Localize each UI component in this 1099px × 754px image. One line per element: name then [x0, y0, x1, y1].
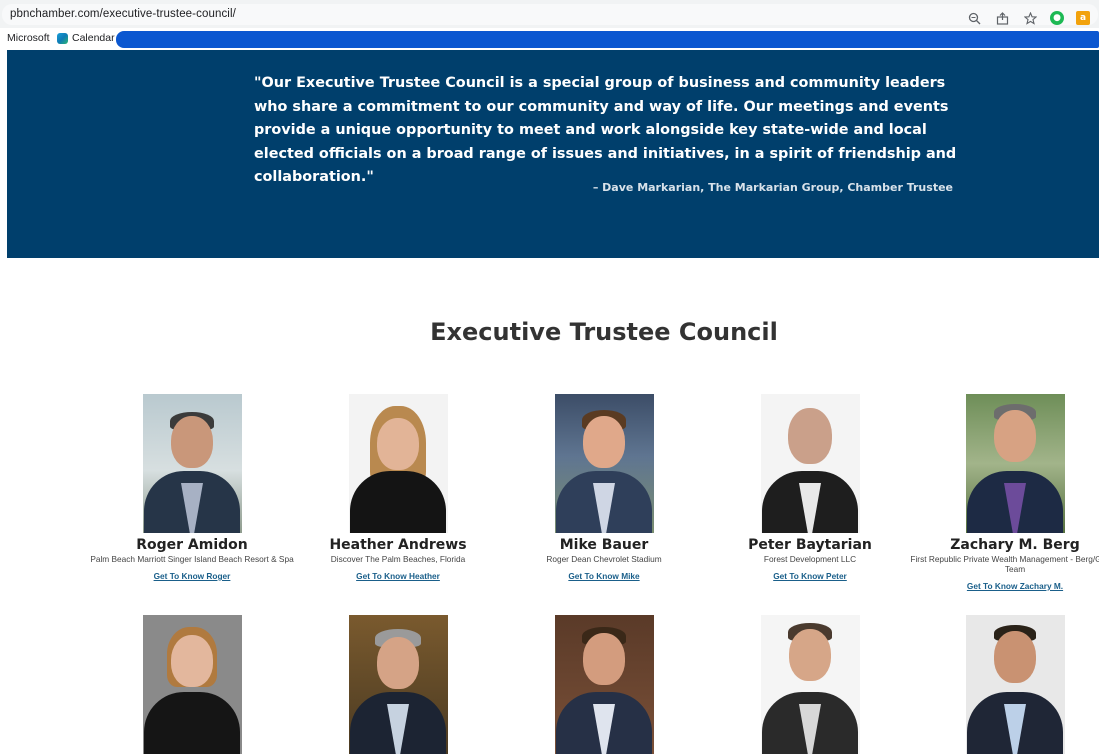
trustee-photo: [554, 615, 654, 754]
address-bar-icons: ● a: [966, 9, 1090, 27]
trustee-photo: [554, 394, 654, 533]
bookmark-microsoft[interactable]: Microsoft: [7, 32, 50, 44]
bookmark-label: Microsoft: [7, 32, 50, 44]
trustee-card: [705, 615, 915, 754]
trustee-company: Palm Beach Marriott Singer Island Beach …: [90, 554, 294, 564]
get-to-know-link[interactable]: Get To Know Peter: [773, 571, 847, 581]
trustee-photo: [965, 615, 1065, 754]
get-to-know-link[interactable]: Get To Know Zachary M.: [967, 581, 1063, 591]
page-title: Executive Trustee Council: [430, 318, 778, 346]
trustee-card: Mike Bauer Roger Dean Chevrolet Stadium …: [499, 394, 709, 583]
share-icon[interactable]: [994, 10, 1010, 26]
trustee-company: Discover The Palm Beaches, Florida: [330, 554, 466, 564]
trustee-company: Forest Development LLC: [763, 554, 857, 564]
trustee-card: [499, 615, 709, 754]
redaction-mark: [116, 31, 1099, 48]
trustee-card: [293, 615, 503, 754]
bookmark-label: Calendar: [72, 32, 115, 44]
trustee-card: [87, 615, 297, 754]
trustee-photo: [348, 394, 448, 533]
star-icon[interactable]: [1022, 10, 1038, 26]
trustee-company: Roger Dean Chevrolet Stadium: [546, 554, 662, 564]
calendar-icon: [57, 32, 68, 44]
trustee-photo: [142, 615, 242, 754]
trustee-photo: [760, 394, 860, 533]
get-to-know-link[interactable]: Get To Know Heather: [356, 571, 440, 581]
extension-green-icon[interactable]: ●: [1050, 11, 1064, 25]
zoom-icon[interactable]: [966, 10, 982, 26]
bookmark-calendar[interactable]: Calendar: [57, 32, 115, 44]
trustee-name: Heather Andrews: [329, 537, 467, 553]
trustee-card: [910, 615, 1099, 754]
banner-quote: "Our Executive Trustee Council is a spec…: [254, 75, 957, 185]
extension-orange-icon[interactable]: a: [1076, 11, 1090, 25]
trustee-name: Peter Baytarian: [748, 537, 872, 553]
trustee-card: Peter Baytarian Forest Development LLC G…: [705, 394, 915, 583]
get-to-know-link[interactable]: Get To Know Roger: [154, 571, 231, 581]
trustee-company: First Republic Private Wealth Management…: [910, 554, 1099, 574]
trustee-photo: [142, 394, 242, 533]
quote-banner: "Our Executive Trustee Council is a spec…: [7, 50, 1099, 258]
trustee-photo: [760, 615, 860, 754]
trustee-card: Roger Amidon Palm Beach Marriott Singer …: [87, 394, 297, 583]
trustee-card: Zachary M. Berg First Republic Private W…: [910, 394, 1099, 593]
banner-attribution: – Dave Markarian, The Markarian Group, C…: [592, 181, 953, 194]
trustee-name: Zachary M. Berg: [950, 537, 1080, 553]
trustee-photo: [348, 615, 448, 754]
address-bar-url[interactable]: pbnchamber.com/executive-trustee-council…: [10, 8, 236, 20]
address-bar[interactable]: pbnchamber.com/executive-trustee-council…: [2, 4, 1098, 25]
get-to-know-link[interactable]: Get To Know Mike: [568, 571, 639, 581]
trustee-name: Mike Bauer: [559, 537, 649, 553]
trustee-card: Heather Andrews Discover The Palm Beache…: [293, 394, 503, 583]
browser-toolbar: pbnchamber.com/executive-trustee-council…: [0, 0, 1099, 28]
trustee-photo: [965, 394, 1065, 533]
trustee-name: Roger Amidon: [136, 537, 248, 553]
